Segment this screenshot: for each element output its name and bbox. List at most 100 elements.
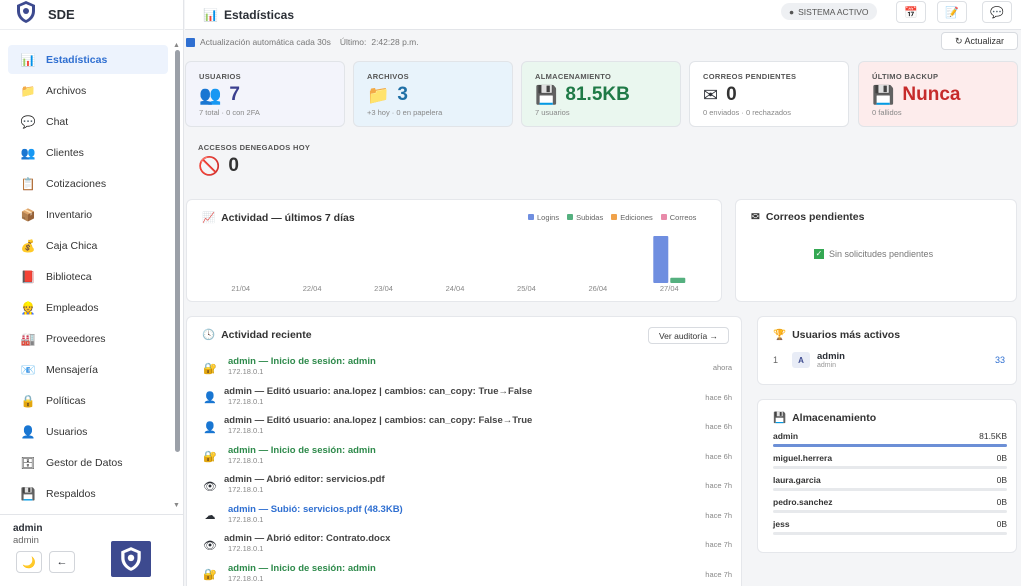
storage-user: admin [773, 431, 798, 441]
activity-row[interactable]: 👁admin — Abrió editor: Contrato.docx172.… [202, 533, 732, 562]
activity-time: hace 6h [705, 393, 732, 402]
activity-ip: 172.18.0.1 [228, 485, 263, 494]
calendar-button[interactable]: 📅 [896, 1, 926, 23]
storage-row: pedro.sanchez0B [773, 497, 1007, 519]
storage-value: 0B [997, 453, 1007, 463]
sidebar-item-archivos[interactable]: 📁Archivos [8, 76, 168, 105]
view-audit-button[interactable]: Ver auditoría → [648, 327, 729, 344]
active-user-count: 33 [995, 355, 1005, 365]
sidebar-item-label: Estadísticas [46, 54, 107, 66]
sidebar-item-estadísticas[interactable]: 📊Estadísticas [8, 45, 168, 74]
stat-card[interactable]: USUARIOS👥77 total · 0 con 2FA [185, 61, 345, 127]
activity-text: admin — Abrió editor: servicios.pdf [224, 474, 385, 485]
sidebar-item-cotizaciones[interactable]: 📋Cotizaciones [8, 169, 168, 198]
book-icon: 📕 [20, 270, 36, 284]
activity-row[interactable]: 👤admin — Editó usuario: ana.lopez | camb… [202, 386, 732, 415]
sidebar-item-respaldos[interactable]: 💾Respaldos [8, 479, 168, 508]
activity-time: hace 7h [705, 511, 732, 520]
activity-time: hace 7h [705, 540, 732, 549]
chat-icon: 💬 [20, 115, 36, 129]
status-badge: ● SISTEMA ACTIVO [781, 3, 877, 20]
clipboard-icon: 📋 [20, 177, 36, 191]
storage-row: laura.garcia0B [773, 475, 1007, 497]
storage-row: jess0B [773, 519, 1007, 541]
folder-icon: 📁 [20, 84, 36, 98]
memo-icon: 📝 [945, 6, 959, 19]
envelope-icon: ✉ [703, 85, 718, 106]
shield-logo-icon [118, 546, 144, 572]
stat-card[interactable]: CORREOS PENDIENTES✉00 enviados · 0 recha… [689, 61, 849, 127]
login-icon: 🔐 [202, 449, 218, 465]
sidebar-item-label: Caja Chica [46, 240, 97, 252]
sidebar-scrollbar[interactable]: ▲ ▼ [173, 44, 181, 514]
activity-text: admin — Editó usuario: ana.lopez | cambi… [224, 415, 532, 426]
active-user-role: admin [817, 362, 836, 369]
activity-ip: 172.18.0.1 [228, 426, 263, 435]
activity-row[interactable]: 👁admin — Abrió editor: servicios.pdf172.… [202, 474, 732, 503]
scroll-down-icon[interactable]: ▼ [173, 502, 180, 509]
auto-refresh-checkbox[interactable] [186, 38, 195, 47]
sidebar-item-políticas[interactable]: 🔒Políticas [8, 386, 168, 415]
lock-icon: 🔒 [20, 394, 36, 408]
activity-time: hace 6h [705, 422, 732, 431]
employee-icon: 👷 [20, 301, 36, 315]
sidebar-item-biblioteca[interactable]: 📕Biblioteca [8, 262, 168, 291]
chart-bar-subidas[interactable] [670, 278, 685, 283]
storage-bar [773, 488, 1007, 491]
notes-button[interactable]: 📝 [937, 1, 967, 23]
calendar-icon: 📅 [904, 6, 918, 19]
sidebar-item-mensajería[interactable]: 📧Mensajería [8, 355, 168, 384]
stat-main: ✉0 [703, 84, 737, 106]
sidebar-item-chat[interactable]: 💬Chat [8, 107, 168, 136]
status-dot-icon: ● [789, 7, 794, 17]
stat-label: ACCESOS DENEGADOS HOY [198, 143, 310, 152]
stat-card[interactable]: ÚLTIMO BACKUP💾Nunca0 fallidos [858, 61, 1018, 127]
bar-chart-icon: 📊 [203, 8, 218, 22]
cloud-icon: ☁ [202, 508, 218, 524]
activity-chart-panel: 📈 Actividad — últimos 7 días LoginsSubid… [186, 199, 722, 302]
refresh-button[interactable]: ↻ Actualizar [941, 32, 1018, 50]
stat-card[interactable]: ALMACENAMIENTO💾81.5KB7 usuarios [521, 61, 681, 127]
sidebar-item-usuarios[interactable]: 👤Usuarios [8, 417, 168, 446]
brand[interactable]: SDE [0, 0, 183, 30]
money-bag-icon: 💰 [20, 239, 36, 253]
sidebar-item-proveedores[interactable]: 🏭Proveedores [8, 324, 168, 353]
scrollbar-thumb[interactable] [175, 50, 180, 452]
activity-time: ahora [713, 363, 732, 372]
stat-value: 0 [726, 84, 737, 106]
messages-button[interactable]: 💬 [982, 1, 1012, 23]
sidebar-item-empleados[interactable]: 👷Empleados [8, 293, 168, 322]
collapse-sidebar-button[interactable]: ← [49, 551, 75, 573]
sidebar-footer: admin admin 🌙 ← [0, 514, 184, 586]
stat-card[interactable]: ARCHIVOS📁3+3 hoy · 0 en papelera [353, 61, 513, 127]
active-user-row[interactable]: 1Aadminadmin33 [773, 351, 1005, 373]
chart-bar-logins[interactable] [653, 236, 668, 283]
stat-card[interactable]: ACCESOS DENEGADOS HOY🚫0 [185, 133, 345, 189]
stat-value: 3 [397, 84, 408, 106]
sidebar-item-clientes[interactable]: 👥Clientes [8, 138, 168, 167]
activity-row[interactable]: 🔐admin — Inicio de sesión: admin172.18.0… [202, 563, 732, 586]
activity-row[interactable]: 👤admin — Editó usuario: ana.lopez | camb… [202, 415, 732, 444]
activity-text: admin — Inicio de sesión: admin [228, 563, 376, 574]
activity-row[interactable]: ☁admin — Subió: servicios.pdf (48.3KB)17… [202, 504, 732, 533]
stat-sub: 0 fallidos [872, 108, 902, 117]
sidebar-item-caja-chica[interactable]: 💰 Caja Chica [8, 231, 168, 260]
sidebar-item-label: Gestor de Datos [46, 457, 122, 469]
check-icon: ✓ [814, 249, 824, 259]
activity-row[interactable]: 🔐admin — Inicio de sesión: admin172.18.0… [202, 445, 732, 474]
activity-row[interactable]: 🔐admin — Inicio de sesión: admin172.18.0… [202, 356, 732, 385]
clock-icon: 🕓 [202, 328, 215, 341]
sidebar-item-inventario[interactable]: 📦Inventario [8, 200, 168, 229]
scroll-up-icon[interactable]: ▲ [173, 42, 180, 49]
user-rank: 1 [773, 355, 778, 365]
page-title-text: Estadísticas [224, 8, 294, 22]
storage-bar [773, 510, 1007, 513]
auto-refresh-bar: Actualización automática cada 30s Último… [186, 34, 1020, 50]
theme-toggle-button[interactable]: 🌙 [16, 551, 42, 573]
stat-main: 👥7 [199, 84, 240, 106]
sidebar-item-gestor-de-datos[interactable]: 🗄Gestor de Datos [8, 448, 168, 477]
envelope-icon: ✉ [751, 211, 760, 223]
storage-title: 💾 Almacenamiento [773, 411, 876, 424]
stat-value: 0 [228, 155, 239, 177]
pending-mail-empty: ✓ Sin solicitudes pendientes [814, 249, 933, 259]
